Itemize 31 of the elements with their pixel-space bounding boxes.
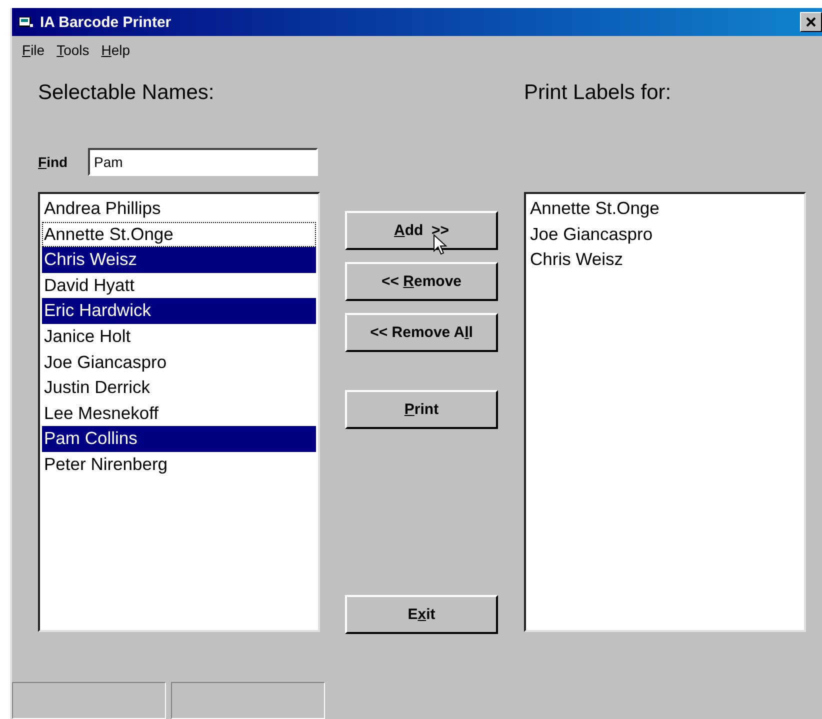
find-label: Find: [38, 154, 69, 170]
list-item[interactable]: Janice Holt: [42, 324, 316, 350]
list-item[interactable]: Peter Nirenberg: [42, 452, 316, 478]
list-item[interactable]: Joe Giancaspro: [528, 222, 802, 248]
remove-button[interactable]: << Remove: [345, 262, 498, 301]
menu-item[interactable]: File: [22, 42, 45, 58]
list-item[interactable]: Chris Weisz: [528, 247, 802, 273]
close-button[interactable]: [800, 12, 822, 32]
list-heading: Print Labels for:: [524, 80, 672, 106]
list-item[interactable]: Chris Weisz: [42, 247, 316, 273]
list-item[interactable]: Joe Giancaspro: [42, 350, 316, 376]
window-title: IA Barcode Printer: [40, 14, 172, 30]
list-item[interactable]: Lee Mesnekoff: [42, 400, 316, 426]
menu-item[interactable]: Tools: [56, 42, 90, 58]
list-item[interactable]: Eric Hardwick: [42, 298, 316, 324]
list-item[interactable]: Andrea Phillips: [42, 196, 316, 222]
list-item[interactable]: Annette St.Onge: [528, 196, 802, 222]
list-item[interactable]: Pam Collins: [42, 426, 316, 452]
app-icon: [18, 15, 34, 29]
remove-all-button[interactable]: << Remove All: [345, 313, 498, 352]
list-item[interactable]: David Hyatt: [42, 272, 316, 298]
list-item[interactable]: Justin Derrick: [42, 375, 316, 401]
add-button[interactable]: Add >>: [345, 211, 498, 250]
find-field[interactable]: Pam: [88, 148, 318, 176]
exit-button[interactable]: Exit: [345, 595, 498, 634]
list-item[interactable]: Annette St.Onge: [42, 222, 316, 248]
menu-item[interactable]: Help: [101, 42, 130, 58]
list-heading: Selectable Names:: [38, 80, 216, 106]
print-button[interactable]: Print: [345, 390, 498, 429]
cursor-icon: [433, 234, 447, 256]
close-icon: [805, 16, 817, 28]
